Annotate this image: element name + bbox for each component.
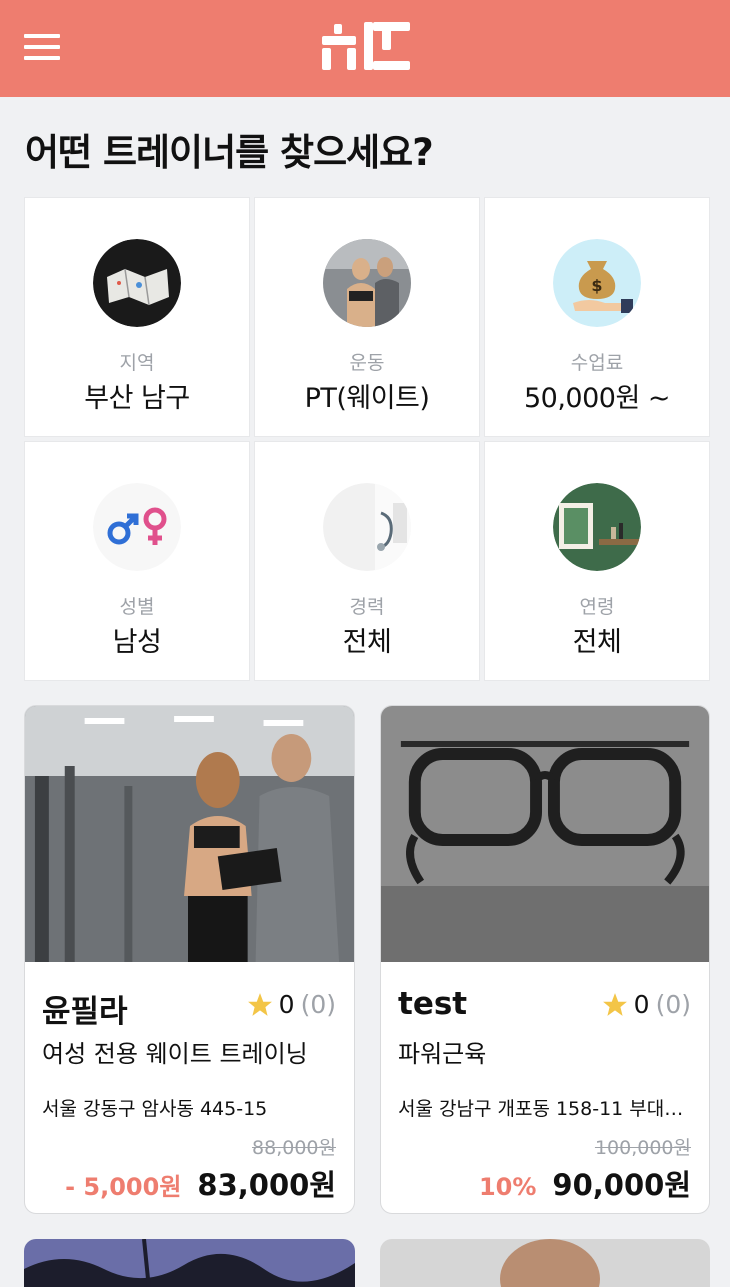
filter-career[interactable]: 경력 전체 [254,441,480,681]
filter-gender[interactable]: 성별 남성 [24,441,250,681]
filter-label: 연령 [579,596,615,618]
filter-grid: 지역 부산 남구 운동 PT(웨이트) $ 수업료 50,000원 ~ 성별 남… [24,197,710,681]
gender-icon [93,483,181,571]
money-bag-icon: $ [553,239,641,327]
trainer-address: 서울 강남구 개포동 158-11 부대… [398,1098,684,1120]
filter-label: 지역 [119,352,155,374]
filter-value: 부산 남구 [84,383,190,414]
career-photo [323,483,411,571]
trainer-card-photo[interactable] [380,1239,710,1287]
star-icon [247,992,272,1016]
discount: - 5,000원 [65,1173,182,1201]
workout-photo [323,239,411,327]
filter-label: 경력 [349,596,385,618]
filter-label: 운동 [349,352,385,374]
rating: 0 (0) [602,990,691,1019]
page-title: 어떤 트레이너를 찾으세요? [25,131,434,174]
trainer-card[interactable]: test 0 (0) 파워근육 서울 강남구 개포동 158-11 부대… 10… [380,705,710,1214]
rating: 0 (0) [247,990,336,1019]
rating-count: (0) [655,990,691,1019]
trainer-name: test [398,986,468,1022]
filter-value: PT(웨이트) [304,383,430,414]
filter-fee[interactable]: $ 수업료 50,000원 ~ [484,197,710,437]
hamburger-icon[interactable] [24,34,60,60]
filter-value: 50,000원 ~ [523,383,671,414]
map-icon [93,239,181,327]
trainer-card[interactable]: 윤필라 0 (0) 여성 전용 웨이트 트레이닝 서울 강동구 암사동 445-… [24,705,355,1214]
age-photo [553,483,641,571]
filter-label: 성별 [119,596,155,618]
rating-value: 0 [278,990,295,1019]
star-icon [602,992,627,1016]
trainer-address: 서울 강동구 암사동 445-15 [42,1098,268,1120]
filter-age[interactable]: 연령 전체 [484,441,710,681]
price-row: 10% 90,000원 [479,1162,691,1204]
filter-region[interactable]: 지역 부산 남구 [24,197,250,437]
trainer-photo [25,706,354,962]
svg-text:$: $ [591,276,602,295]
rating-count: (0) [300,990,336,1019]
price: 83,000원 [197,1168,336,1202]
price: 90,000원 [552,1168,691,1202]
filter-label: 수업료 [570,352,624,374]
price-row: - 5,000원 83,000원 [65,1162,336,1204]
original-price: 100,000원 [594,1137,691,1159]
trainer-card-photo[interactable] [24,1239,355,1287]
filter-workout[interactable]: 운동 PT(웨이트) [254,197,480,437]
discount: 10% [478,1173,537,1201]
trainer-name: 윤필라 [42,994,128,1030]
trainer-subtitle: 여성 전용 웨이트 트레이닝 [42,1040,308,1068]
trainer-photo [381,706,709,962]
rating-value: 0 [633,990,650,1019]
filter-value: 전체 [572,627,622,658]
brand-logo[interactable] [320,20,412,72]
filter-value: 전체 [342,627,392,658]
original-price: 88,000원 [252,1137,336,1159]
filter-value: 남성 [112,627,162,658]
trainer-subtitle: 파워근육 [398,1040,487,1068]
app-header [0,0,730,97]
